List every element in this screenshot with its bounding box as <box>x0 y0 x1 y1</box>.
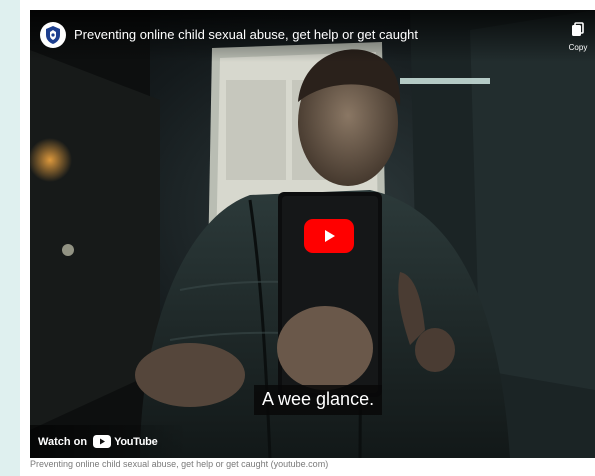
video-player[interactable]: Preventing online child sexual abuse, ge… <box>30 10 595 458</box>
video-title-bar: Preventing online child sexual abuse, ge… <box>30 10 595 62</box>
watch-on-youtube-link[interactable]: Watch on YouTube <box>30 425 188 458</box>
video-subtitle: A wee glance. <box>254 385 383 415</box>
video-embed-card: Preventing online child sexual abuse, ge… <box>20 0 595 476</box>
play-button[interactable] <box>304 219 354 253</box>
video-caption[interactable]: Preventing online child sexual abuse, ge… <box>30 459 328 469</box>
watch-on-label: Watch on <box>38 435 88 448</box>
play-icon <box>325 230 335 242</box>
police-crest-icon[interactable] <box>40 22 66 48</box>
copy-label: Copy <box>568 43 588 52</box>
video-title[interactable]: Preventing online child sexual abuse, ge… <box>74 27 418 42</box>
youtube-logo-icon <box>93 435 112 448</box>
youtube-wordmark: YouTube <box>114 435 158 448</box>
copy-link-button[interactable]: Copy <box>563 22 593 56</box>
copy-link-icon <box>572 22 584 36</box>
